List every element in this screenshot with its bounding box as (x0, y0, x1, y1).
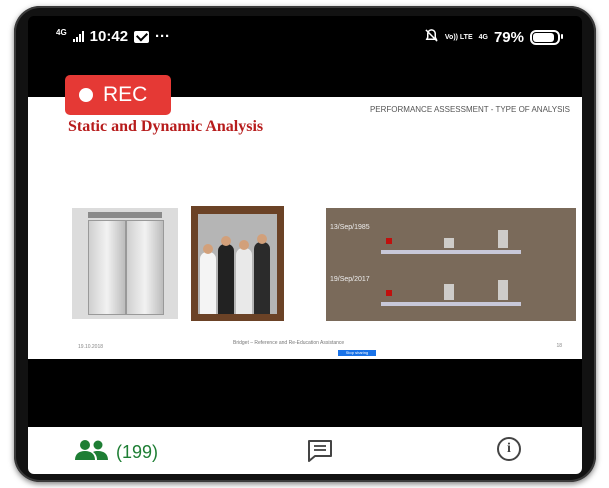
elevator-door-right (126, 220, 164, 315)
rec-label: REC (103, 83, 148, 106)
slide-footer-text: Bridget – Reference and Re-Education Ass… (233, 340, 345, 346)
status-right: Vo)) LTE 4G 79% (424, 28, 563, 47)
person (254, 242, 270, 314)
analysis-diagram: 13/Sep/1985 19/Sep/2017 (326, 208, 576, 321)
diagram-date-bottom: 19/Sep/2017 (330, 276, 370, 283)
network-type: 4G (56, 27, 67, 37)
recording-indicator[interactable]: REC (65, 75, 171, 115)
person (218, 244, 234, 314)
person-head (221, 236, 231, 246)
participants-button[interactable]: (199) (74, 439, 158, 466)
people-in-elevator-photo (191, 206, 284, 321)
participants-count: (199) (116, 442, 159, 462)
signal-icon (72, 31, 84, 42)
elevator-header (88, 212, 162, 218)
overflow-icon: ··· (155, 28, 171, 45)
slide-header: PERFORMANCE ASSESSMENT - TYPE OF ANALYSI… (369, 105, 570, 114)
info-icon: i (507, 441, 511, 456)
slide-footer-date: 19.10.2018 (78, 344, 104, 350)
battery-icon (530, 30, 563, 45)
person (236, 248, 252, 314)
diagram-building (444, 238, 454, 248)
stop-sharing-button[interactable]: Stop sharing (338, 350, 376, 356)
diagram-building (498, 230, 508, 248)
shared-slide: PERFORMANCE ASSESSMENT - TYPE OF ANALYSI… (28, 97, 582, 359)
info-button[interactable]: i (497, 437, 521, 461)
status-bar: 4G 10:42 ··· Vo)) LTE 4G 79% (28, 16, 582, 58)
person-head (257, 234, 267, 244)
diagram-date-top: 13/Sep/1985 (330, 224, 370, 231)
diagram-building (444, 284, 454, 300)
volte-label: Vo)) LTE (444, 33, 473, 41)
diagram-building (498, 280, 508, 300)
chat-icon (308, 440, 332, 462)
elevator-door-left (88, 220, 126, 315)
slide-page-number: 18 (556, 343, 562, 349)
mute-icon (424, 28, 439, 47)
person-head (203, 244, 213, 254)
person-head (239, 240, 249, 250)
phone-frame: 4G 10:42 ··· Vo)) LTE 4G 79% REC PERFORM… (14, 6, 596, 482)
people-icon (74, 439, 110, 466)
battery-percent: 79% (493, 29, 524, 46)
slide-title: Static and Dynamic Analysis (68, 118, 264, 135)
elevator-photo (72, 208, 178, 319)
screen: 4G 10:42 ··· Vo)) LTE 4G 79% REC PERFORM… (28, 16, 582, 474)
person (200, 252, 216, 314)
network-right: 4G (478, 33, 488, 41)
status-left: 4G 10:42 ··· (56, 28, 170, 45)
record-dot-icon (79, 88, 93, 102)
bottom-nav: (199) i (28, 427, 582, 474)
diagram-marker (386, 238, 392, 244)
message-icon (134, 30, 150, 43)
chat-button[interactable] (306, 438, 334, 469)
diagram-band-top (381, 250, 521, 254)
status-time: 10:42 (89, 28, 129, 45)
elevator-interior (198, 214, 277, 314)
diagram-band-bottom (381, 302, 521, 306)
diagram-marker (386, 290, 392, 296)
